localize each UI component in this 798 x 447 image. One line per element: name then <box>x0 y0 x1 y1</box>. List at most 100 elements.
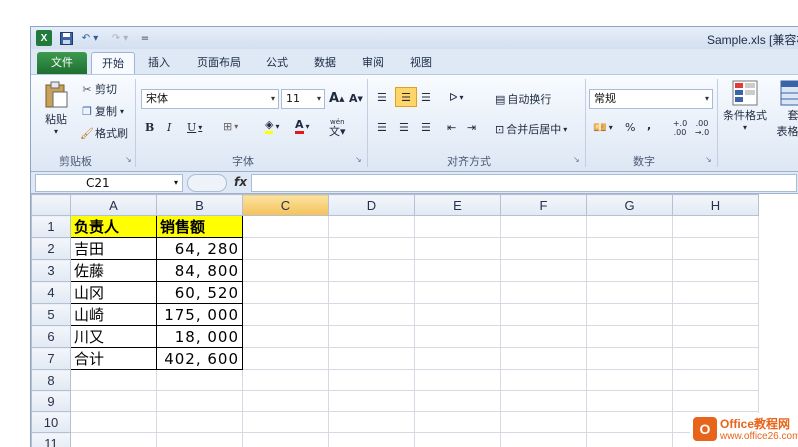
cell[interactable] <box>328 237 415 260</box>
decrease-decimal-button[interactable]: .00 →.0 <box>693 119 711 137</box>
row-header[interactable]: 8 <box>31 369 71 391</box>
cell-a6[interactable]: 川又 <box>70 325 157 348</box>
cell[interactable] <box>242 432 329 447</box>
cell-b3[interactable]: 84, 800 <box>156 259 243 282</box>
format-as-table-button[interactable]: 套 表格格 <box>773 79 798 139</box>
cell[interactable] <box>70 432 157 447</box>
accounting-format-button[interactable]: 💴 ▾ <box>593 121 613 134</box>
row-header[interactable]: 3 <box>31 259 71 282</box>
align-right-button[interactable]: ☰ <box>421 121 431 134</box>
row-header[interactable]: 7 <box>31 347 71 370</box>
formula-input[interactable] <box>251 174 797 192</box>
cell[interactable] <box>414 347 501 370</box>
undo-icon[interactable]: ↶ ▾ <box>79 30 101 46</box>
formula-bar-divider[interactable] <box>187 174 227 192</box>
cell[interactable] <box>328 259 415 282</box>
border-button[interactable]: ⊞ ▾ <box>223 120 238 133</box>
copy-button[interactable]: ❐ 复制 ▾ <box>79 103 124 119</box>
font-size-select[interactable]: 11 ▾ <box>281 89 325 109</box>
cell[interactable] <box>672 390 759 412</box>
cell-a7[interactable]: 合计 <box>70 347 157 370</box>
cell-b7[interactable]: 402, 600 <box>156 347 243 370</box>
wrap-text-button[interactable]: ▤ 自动换行 <box>495 91 551 107</box>
cell[interactable] <box>500 432 587 447</box>
cell[interactable] <box>328 281 415 304</box>
redo-icon[interactable]: ↷ ▾ <box>109 30 131 46</box>
cell-b4[interactable]: 60, 520 <box>156 281 243 304</box>
tab-review[interactable]: 审阅 <box>353 52 393 74</box>
cell[interactable] <box>672 303 759 326</box>
cell[interactable] <box>414 215 501 238</box>
tab-home[interactable]: 开始 <box>91 52 135 74</box>
column-header-h[interactable]: H <box>672 194 759 216</box>
orientation-button[interactable]: ᐅ ▾ <box>449 91 463 104</box>
cell[interactable] <box>414 281 501 304</box>
cell[interactable] <box>586 259 673 282</box>
cell[interactable] <box>242 369 329 391</box>
cell[interactable] <box>242 259 329 282</box>
number-format-select[interactable]: 常规 ▾ <box>589 89 713 109</box>
tab-data[interactable]: 数据 <box>305 52 345 74</box>
cell[interactable] <box>500 303 587 326</box>
shrink-font-button[interactable]: A ▼ <box>349 92 363 105</box>
cell[interactable] <box>500 259 587 282</box>
row-header[interactable]: 11 <box>31 432 71 447</box>
column-header-b[interactable]: B <box>156 194 243 216</box>
tab-view[interactable]: 视图 <box>401 52 441 74</box>
clipboard-launcher-icon[interactable]: ↘ <box>125 155 132 164</box>
tab-page-layout[interactable]: 页面布局 <box>187 52 251 74</box>
row-header[interactable]: 10 <box>31 411 71 433</box>
tab-file[interactable]: 文件 <box>37 52 87 74</box>
cell[interactable] <box>242 325 329 348</box>
cell[interactable] <box>242 390 329 412</box>
tab-insert[interactable]: 插入 <box>139 52 179 74</box>
underline-button[interactable]: U ▾ <box>187 121 202 134</box>
cell[interactable] <box>586 281 673 304</box>
comma-button[interactable]: , <box>647 119 651 132</box>
cell[interactable] <box>500 390 587 412</box>
cell[interactable] <box>500 237 587 260</box>
cell[interactable] <box>672 369 759 391</box>
cell[interactable] <box>156 390 243 412</box>
cell[interactable] <box>500 325 587 348</box>
cell[interactable] <box>500 215 587 238</box>
align-top-button[interactable]: ☰ <box>377 91 387 104</box>
row-header[interactable]: 5 <box>31 303 71 326</box>
column-header-a[interactable]: A <box>70 194 157 216</box>
cell[interactable] <box>672 347 759 370</box>
cell[interactable] <box>414 237 501 260</box>
cell[interactable] <box>672 281 759 304</box>
save-icon[interactable] <box>59 30 73 46</box>
align-bottom-button[interactable]: ☰ <box>421 91 431 104</box>
cell[interactable] <box>328 325 415 348</box>
cell[interactable] <box>414 369 501 391</box>
number-launcher-icon[interactable]: ↘ <box>705 155 712 164</box>
cell[interactable] <box>156 432 243 447</box>
cell-b2[interactable]: 64, 280 <box>156 237 243 260</box>
percent-button[interactable]: % <box>625 121 635 134</box>
font-color-button[interactable]: A ▾ <box>295 119 310 134</box>
cell[interactable] <box>242 281 329 304</box>
cell[interactable] <box>586 411 673 433</box>
cell-a5[interactable]: 山崎 <box>70 303 157 326</box>
alignment-launcher-icon[interactable]: ↘ <box>573 155 580 164</box>
fill-color-button[interactable]: ◈ ▾ <box>265 119 279 134</box>
decrease-indent-button[interactable]: ⇤ <box>447 121 456 134</box>
cell-a3[interactable]: 佐藤 <box>70 259 157 282</box>
tab-formulas[interactable]: 公式 <box>257 52 297 74</box>
font-name-select[interactable]: 宋体 ▾ <box>141 89 279 109</box>
cell[interactable] <box>414 411 501 433</box>
cell-a2[interactable]: 吉田 <box>70 237 157 260</box>
cell[interactable] <box>328 303 415 326</box>
cell-a4[interactable]: 山冈 <box>70 281 157 304</box>
column-header-d[interactable]: D <box>328 194 415 216</box>
phonetic-button[interactable]: wén 文▾ <box>329 117 346 137</box>
cell[interactable] <box>328 347 415 370</box>
cell[interactable] <box>500 347 587 370</box>
cell[interactable] <box>672 215 759 238</box>
cell[interactable] <box>70 411 157 433</box>
cell[interactable] <box>672 237 759 260</box>
column-header-e[interactable]: E <box>414 194 501 216</box>
paste-button[interactable]: 粘贴 ▾ <box>39 81 73 136</box>
font-launcher-icon[interactable]: ↘ <box>355 155 362 164</box>
